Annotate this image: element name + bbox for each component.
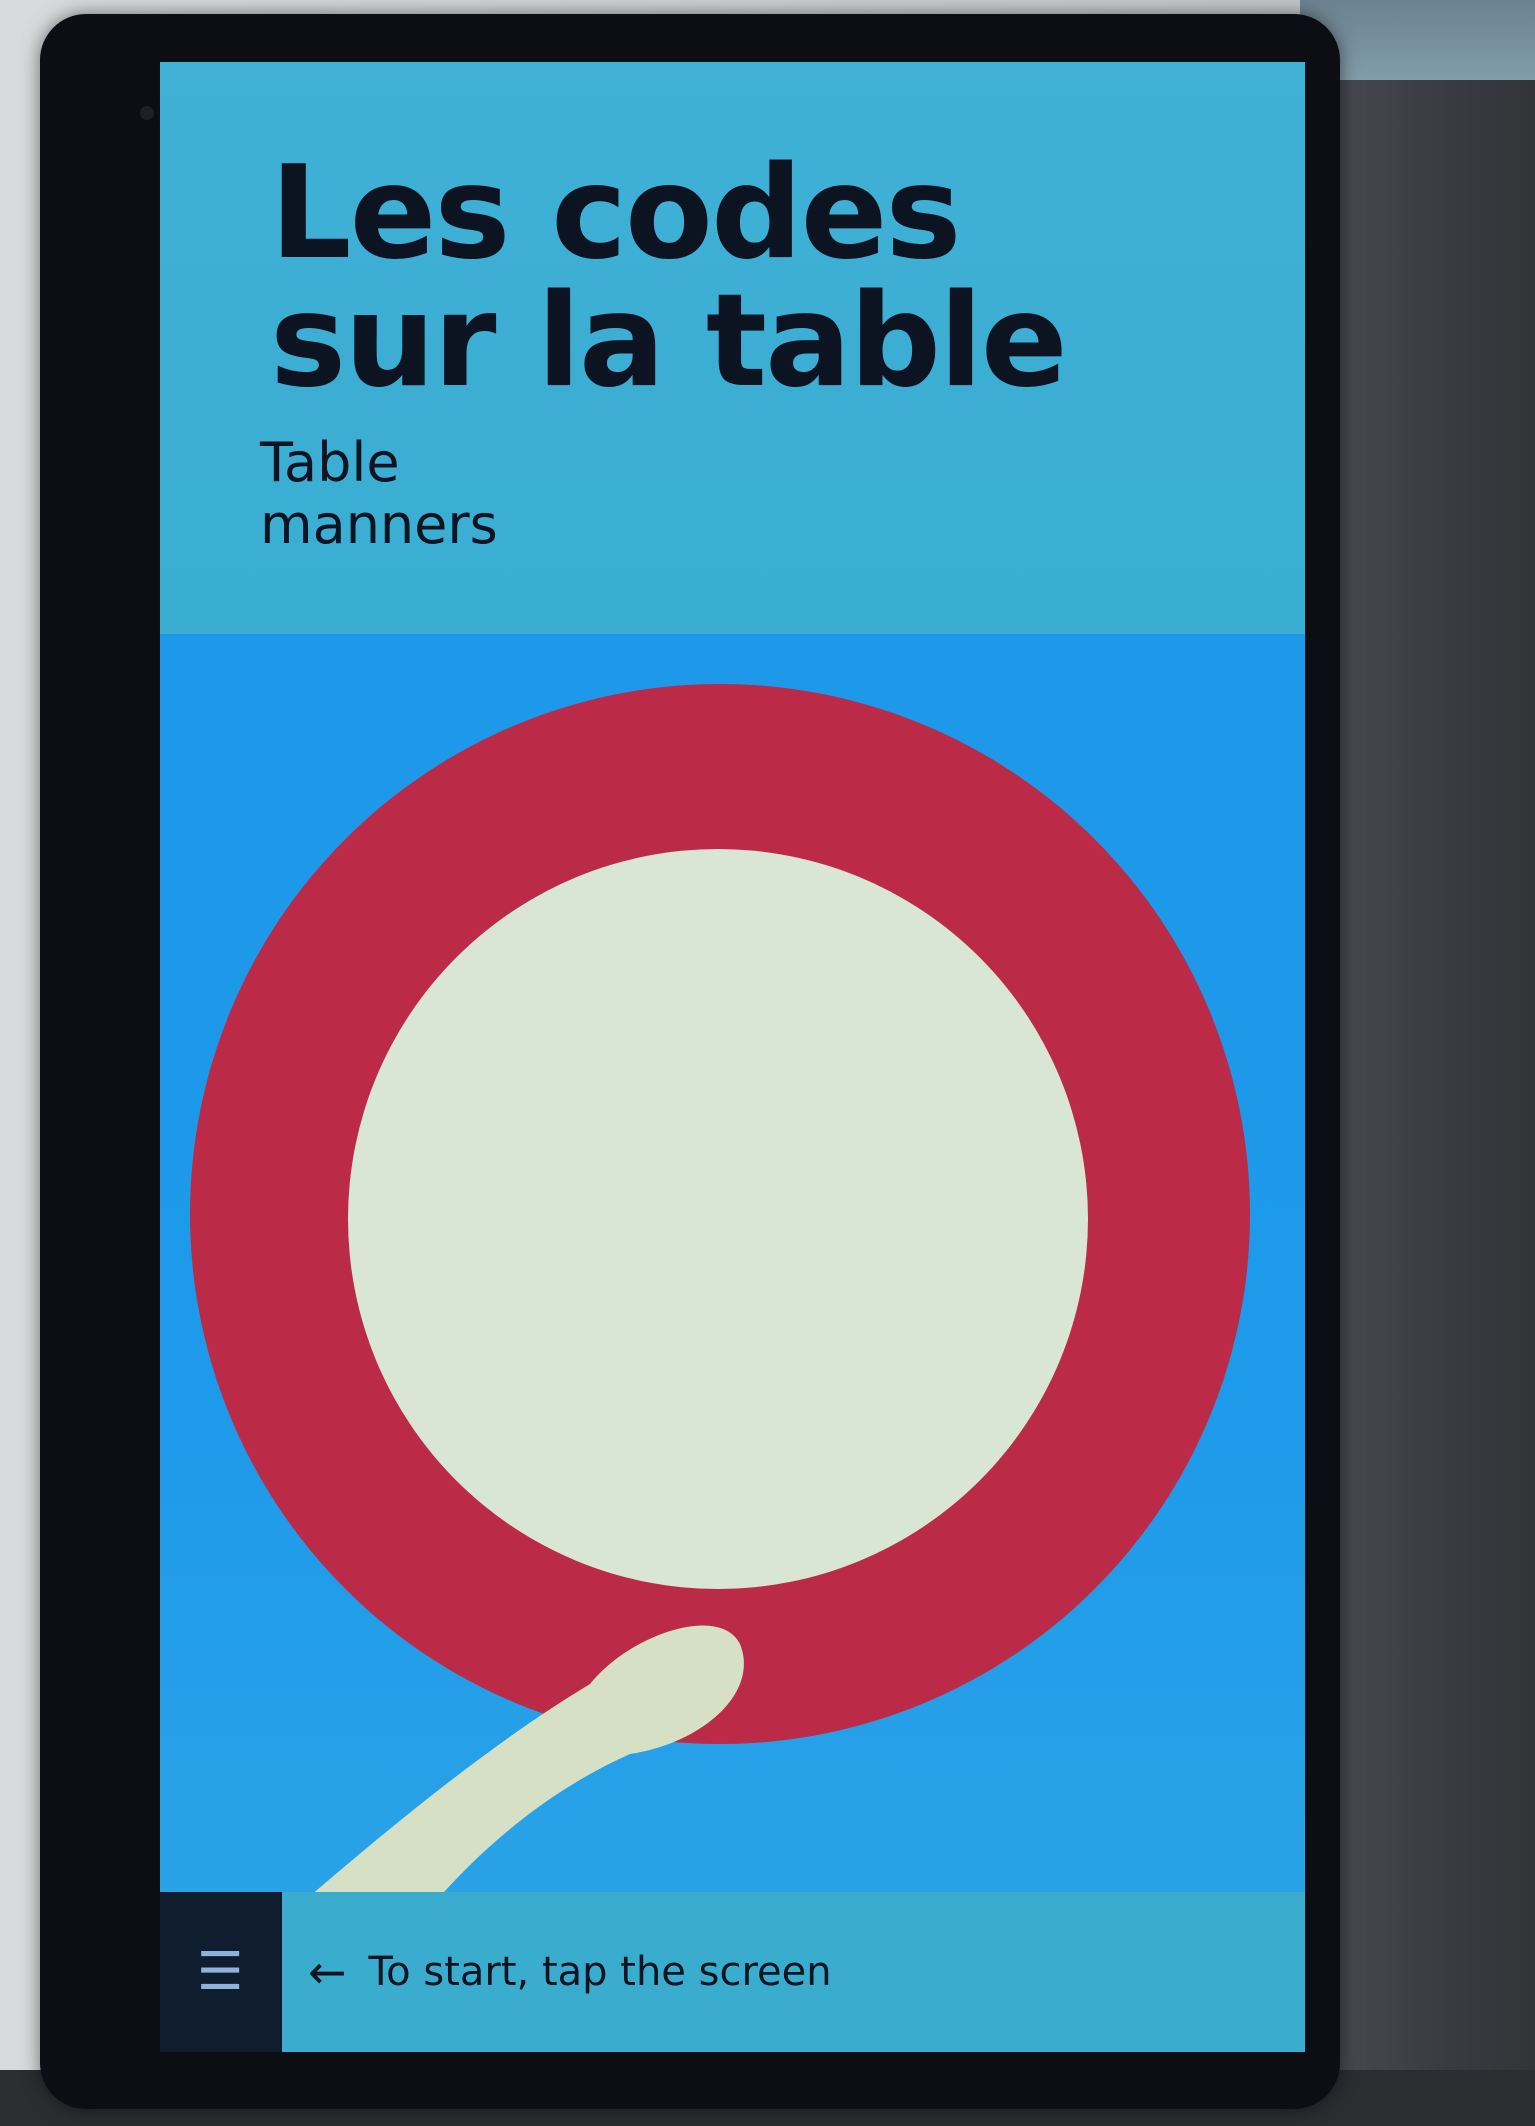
wall-right [1315,80,1535,2126]
header-panel: Les codes sur la table Table manners [160,62,1305,634]
plate-illustration [190,684,1250,1946]
hamburger-menu-icon: ☰ [196,1942,244,2002]
kiosk-screen[interactable]: Les codes sur la table Table manners ☰ ←… [160,62,1305,2052]
camera-icon [140,106,154,120]
plate-illustration-panel[interactable] [160,634,1305,1946]
page-subtitle: Table manners [260,431,498,556]
plate-center [348,849,1088,1589]
kiosk-bezel: Les codes sur la table Table manners ☰ ←… [40,14,1340,2109]
arrow-left-icon: ← [308,1945,347,1999]
start-prompt-button[interactable]: ← To start, tap the screen [282,1892,1305,2052]
start-prompt-text: To start, tap the screen [368,1949,832,1995]
bottom-bar: ☰ ← To start, tap the screen [160,1892,1305,2052]
menu-button[interactable]: ☰ [160,1892,280,2052]
page-title: Les codes sur la table [270,139,1068,416]
